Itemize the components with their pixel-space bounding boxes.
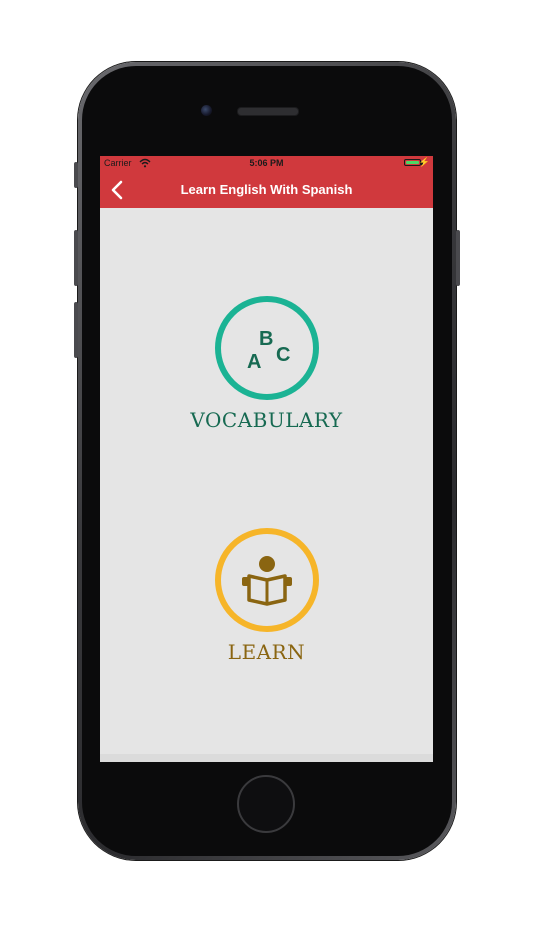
vocabulary-button[interactable]: A B C VOCABULARY [100, 294, 433, 434]
app-screen: Carrier 5:06 PM ⚡ Learn English With Spa… [100, 156, 433, 762]
abc-letter-c: C [276, 344, 290, 366]
status-time: 5:06 PM [249, 158, 284, 168]
abc-letter-b: B [259, 328, 273, 350]
vocabulary-label: VOCABULARY [190, 408, 343, 432]
reading-book-icon [214, 528, 319, 632]
earpiece-speaker [237, 107, 299, 116]
abc-letter-a: A [247, 351, 261, 373]
power-button [456, 230, 460, 286]
learn-button[interactable]: LEARN [100, 526, 433, 666]
navigation-bar: Learn English With Spanish [100, 172, 433, 208]
front-camera [201, 105, 212, 116]
mute-switch [74, 162, 78, 188]
status-bar: Carrier 5:06 PM ⚡ [100, 156, 433, 172]
volume-up-button [74, 230, 78, 286]
volume-down-button [74, 302, 78, 358]
nav-title: Learn English With Spanish [180, 182, 353, 197]
home-button[interactable] [237, 775, 295, 833]
bottom-strip [100, 754, 433, 762]
learn-label: LEARN [227, 640, 306, 664]
charging-icon: ⚡ [418, 157, 430, 167]
abc-icon: A B C [214, 296, 319, 400]
